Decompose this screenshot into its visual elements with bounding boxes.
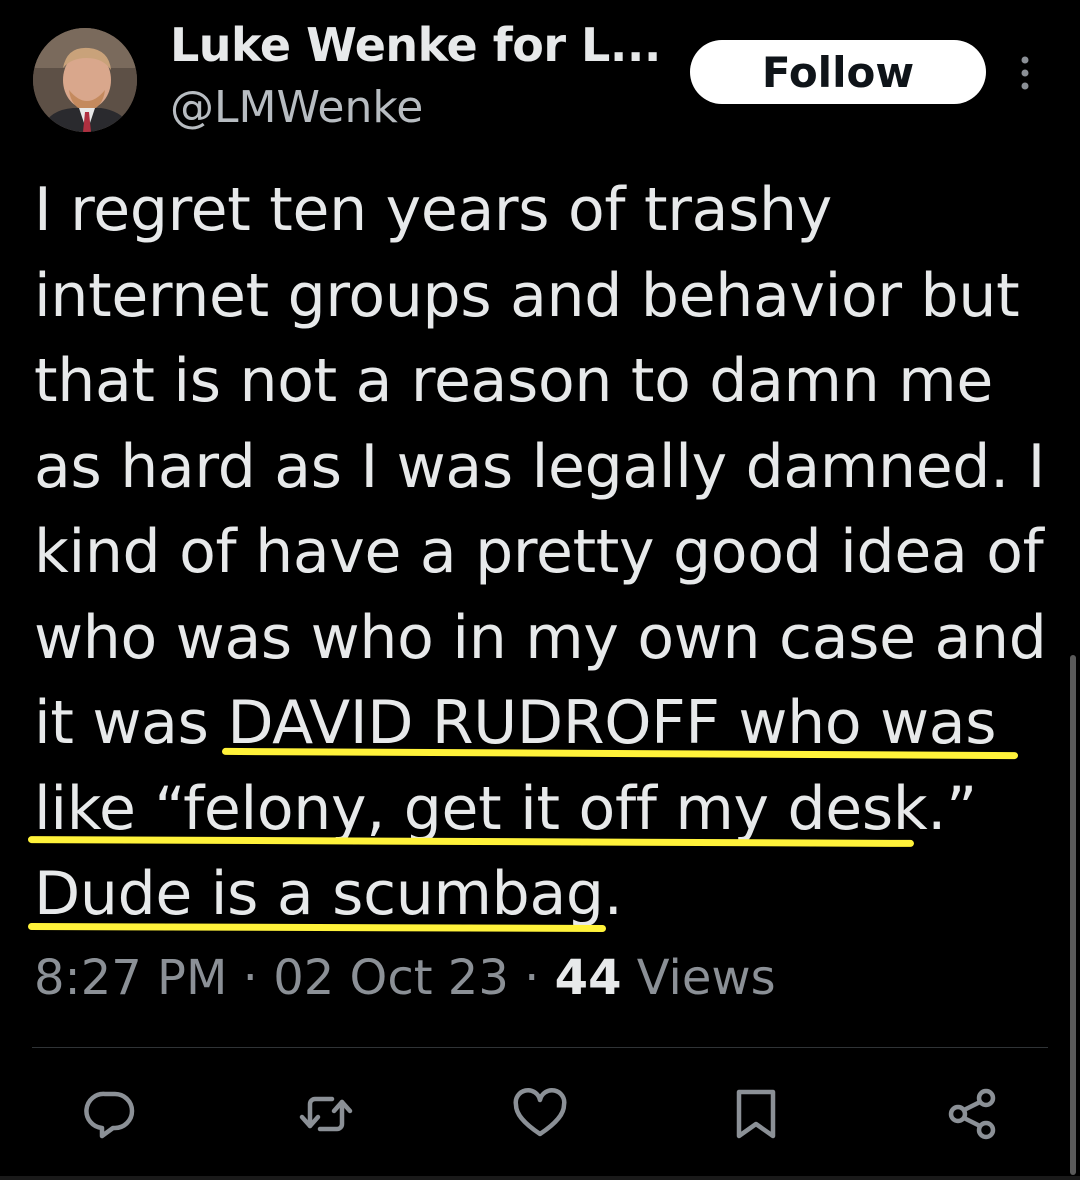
more-options-icon[interactable] bbox=[1012, 54, 1038, 94]
tweet-line: as hard as I was legally damned. I bbox=[34, 431, 1046, 502]
meta-separator: · bbox=[524, 950, 540, 1006]
avatar[interactable] bbox=[33, 28, 137, 132]
retweet-icon bbox=[299, 1096, 353, 1132]
share-icon bbox=[948, 1088, 996, 1140]
tweet-meta: 8:27 PM · 02 Oct 23 · 44 Views bbox=[34, 950, 776, 1006]
tweet-text: I regret ten years of trashy internet gr… bbox=[34, 168, 1054, 938]
tweet-line: who was who in my own case and bbox=[34, 602, 1047, 673]
user-photo-icon bbox=[33, 28, 137, 132]
follow-button[interactable]: Follow bbox=[690, 40, 986, 104]
like-button[interactable] bbox=[512, 1086, 568, 1142]
scrollbar[interactable] bbox=[1070, 655, 1076, 1175]
author-handle[interactable]: @LMWenke bbox=[170, 82, 423, 133]
views-count[interactable]: 44 bbox=[555, 950, 622, 1006]
divider bbox=[32, 1047, 1048, 1048]
tweet-line: I regret ten years of trashy bbox=[34, 175, 832, 245]
tweet-line: that is not a reason to damn me bbox=[34, 346, 993, 416]
share-button[interactable] bbox=[944, 1086, 1000, 1142]
retweet-button[interactable] bbox=[298, 1086, 354, 1142]
heart-icon bbox=[513, 1088, 567, 1137]
bookmark-icon bbox=[736, 1089, 776, 1139]
tweet-date[interactable]: 02 Oct 23 bbox=[273, 950, 509, 1006]
author-name[interactable]: Luke Wenke for L... bbox=[170, 18, 661, 72]
tweet-line: internet groups and behavior but bbox=[34, 260, 1020, 331]
reply-button[interactable] bbox=[82, 1086, 138, 1142]
bookmark-button[interactable] bbox=[728, 1086, 784, 1142]
tweet-time[interactable]: 8:27 PM bbox=[34, 950, 227, 1006]
views-label[interactable]: Views bbox=[637, 950, 776, 1006]
tweet-line: kind of have a pretty good idea of bbox=[34, 517, 1044, 587]
reply-icon bbox=[84, 1091, 135, 1139]
meta-separator: · bbox=[242, 950, 258, 1006]
bottom-divider bbox=[0, 1176, 1080, 1180]
